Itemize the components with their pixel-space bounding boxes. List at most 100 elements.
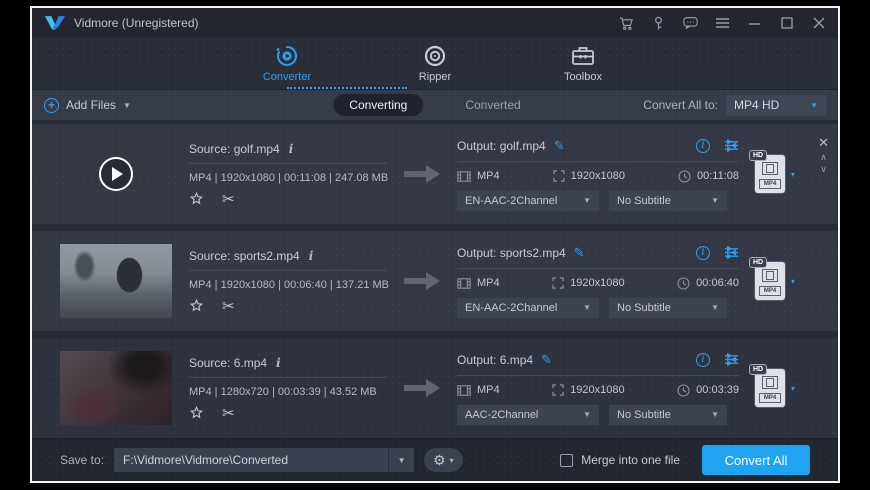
- screen: Vidmore (Unregistered): [0, 0, 870, 490]
- rename-icon[interactable]: ✎: [541, 352, 552, 368]
- info-icon[interactable]: i: [276, 356, 281, 370]
- file-list: Source: golf.mp4 i MP4 | 1920x1080 | 00:…: [32, 120, 838, 438]
- resolution-icon: [553, 170, 565, 182]
- divider: [457, 161, 739, 162]
- subtitle-value: No Subtitle: [617, 409, 671, 421]
- convert-all-to: Convert All to: MP4 HD ▼: [643, 95, 826, 116]
- cut-icon[interactable]: ✂: [222, 406, 235, 421]
- settings-sliders-icon[interactable]: [724, 246, 739, 259]
- arrow-right-icon: [401, 377, 443, 399]
- chevron-down-icon: ▼: [810, 101, 818, 110]
- file-row-golf[interactable]: Source: golf.mp4 i MP4 | 1920x1080 | 00:…: [32, 124, 838, 224]
- source-meta: MP4 | 1920x1080 | 00:06:40 | 137.21 MB: [189, 279, 387, 291]
- audio-track-select[interactable]: EN-AAC-2Channel ▼: [457, 298, 599, 318]
- tab-converter-label: Converter: [263, 71, 311, 83]
- edit-effects-icon[interactable]: [189, 192, 204, 207]
- subtitle-select[interactable]: No Subtitle ▼: [609, 298, 727, 318]
- format-caret-icon[interactable]: ▾: [791, 277, 795, 286]
- convert-all-button[interactable]: Convert All: [702, 445, 810, 475]
- output-info-icon[interactable]: i: [696, 246, 710, 260]
- chevron-down-icon: ▼: [583, 303, 591, 312]
- tab-ripper[interactable]: Ripper: [390, 44, 480, 83]
- subtitle-select[interactable]: No Subtitle ▼: [609, 191, 727, 211]
- remove-file-icon[interactable]: ✕: [818, 136, 829, 150]
- merge-checkbox[interactable]: [560, 454, 573, 467]
- register-key-icon[interactable]: [651, 16, 666, 31]
- subtitle-select[interactable]: No Subtitle ▼: [609, 405, 727, 425]
- format-caret-icon[interactable]: ▾: [791, 170, 795, 179]
- output-format: MP4: [477, 170, 500, 182]
- output-name: Output: golf.mp4: [457, 139, 546, 153]
- add-files-button[interactable]: + Add Files ▼: [44, 98, 131, 113]
- rename-icon[interactable]: ✎: [574, 245, 585, 261]
- save-path-dropdown[interactable]: ▼: [388, 448, 414, 472]
- tab-converter[interactable]: Converter: [242, 44, 332, 83]
- move-up-icon[interactable]: ∧: [820, 153, 827, 162]
- source-meta: MP4 | 1920x1080 | 00:11:08 | 247.08 MB: [189, 172, 387, 184]
- chevron-down-icon: ▼: [583, 196, 591, 205]
- resolution-icon: [552, 277, 564, 289]
- settings-button[interactable]: ⚙ ▾: [424, 448, 463, 472]
- close-icon[interactable]: [811, 16, 826, 31]
- move-down-icon[interactable]: ∨: [820, 165, 827, 174]
- output-resolution: 1920x1080: [570, 384, 624, 396]
- rename-icon[interactable]: ✎: [554, 138, 565, 154]
- edit-effects-icon[interactable]: [189, 406, 204, 421]
- output-format: MP4: [477, 277, 500, 289]
- settings-sliders-icon[interactable]: [724, 139, 739, 152]
- menu-icon[interactable]: [715, 16, 730, 31]
- audio-track-select[interactable]: EN-AAC-2Channel ▼: [457, 191, 599, 211]
- file-row-sports2[interactable]: Source: sports2.mp4 i MP4 | 1920x1080 | …: [32, 231, 838, 331]
- edit-effects-icon[interactable]: [189, 299, 204, 314]
- video-thumbnail[interactable]: [60, 351, 172, 425]
- source-column: Source: golf.mp4 i MP4 | 1920x1080 | 00:…: [189, 142, 387, 207]
- source-name: Source: golf.mp4: [189, 142, 280, 156]
- output-format-button[interactable]: HD MP4: [755, 369, 785, 407]
- audio-track-value: EN-AAC-2Channel: [465, 302, 557, 314]
- maximize-icon[interactable]: [779, 16, 794, 31]
- info-icon[interactable]: i: [309, 249, 314, 263]
- main-nav: Converter Ripper: [32, 38, 838, 90]
- tab-converted[interactable]: Converted: [449, 94, 536, 116]
- output-name: Output: sports2.mp4: [457, 246, 566, 260]
- active-tab-underline: [287, 87, 407, 89]
- divider: [457, 375, 739, 376]
- video-thumbnail[interactable]: [60, 137, 172, 211]
- info-icon[interactable]: i: [289, 142, 294, 156]
- audio-track-value: EN-AAC-2Channel: [465, 195, 557, 207]
- footer-bar: Save to: F:\Vidmore\Vidmore\Converted ▼ …: [32, 438, 838, 481]
- convert-all-to-select[interactable]: MP4 HD ▼: [726, 95, 826, 116]
- output-info-icon[interactable]: i: [696, 353, 710, 367]
- add-files-caret-icon: ▼: [123, 101, 131, 110]
- chevron-down-icon: ▾: [450, 456, 454, 465]
- output-info-icon[interactable]: i: [696, 139, 710, 153]
- play-button[interactable]: [99, 157, 133, 191]
- format-film-icon: [457, 385, 471, 396]
- save-to-label: Save to:: [60, 453, 104, 467]
- resolution-icon: [552, 384, 564, 396]
- feedback-icon[interactable]: [683, 16, 698, 31]
- format-caret-icon[interactable]: ▾: [791, 384, 795, 393]
- tab-converting[interactable]: Converting: [333, 94, 423, 116]
- audio-track-select[interactable]: AAC-2Channel ▼: [457, 405, 599, 425]
- cut-icon[interactable]: ✂: [222, 192, 235, 207]
- hd-badge: HD: [749, 150, 767, 161]
- output-column: Output: sports2.mp4 ✎ i: [457, 245, 739, 318]
- duration-clock-icon: [678, 170, 691, 183]
- file-row-6[interactable]: Source: 6.mp4 i MP4 | 1280x720 | 00:03:3…: [32, 338, 838, 438]
- duration-clock-icon: [677, 384, 690, 397]
- save-path-input[interactable]: F:\Vidmore\Vidmore\Converted ▼: [114, 448, 414, 472]
- minimize-icon[interactable]: [747, 16, 762, 31]
- cut-icon[interactable]: ✂: [222, 299, 235, 314]
- cart-icon[interactable]: [619, 16, 634, 31]
- format-name: MP4: [759, 286, 781, 296]
- output-format-button[interactable]: HD MP4: [755, 262, 785, 300]
- converter-icon: [275, 44, 299, 68]
- output-format-button[interactable]: HD MP4: [755, 155, 785, 193]
- chevron-down-icon: ▼: [398, 456, 406, 465]
- merge-option[interactable]: Merge into one file: [560, 453, 680, 467]
- settings-sliders-icon[interactable]: [724, 353, 739, 366]
- video-thumbnail[interactable]: [60, 244, 172, 318]
- tab-toolbox[interactable]: Toolbox: [538, 44, 628, 83]
- chevron-down-icon: ▼: [583, 410, 591, 419]
